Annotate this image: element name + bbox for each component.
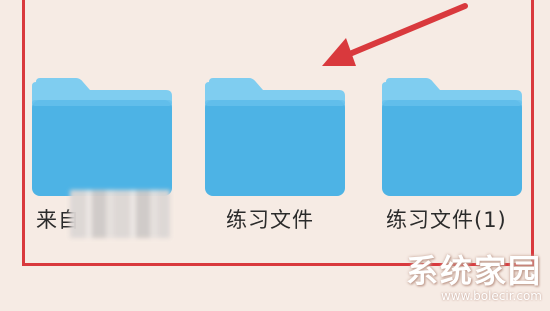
watermark-title: 系统家园: [405, 252, 542, 290]
watermark: 系统家园 www.bolecir.com: [406, 255, 542, 303]
watermark-url: www.bolecir.com: [440, 289, 542, 303]
